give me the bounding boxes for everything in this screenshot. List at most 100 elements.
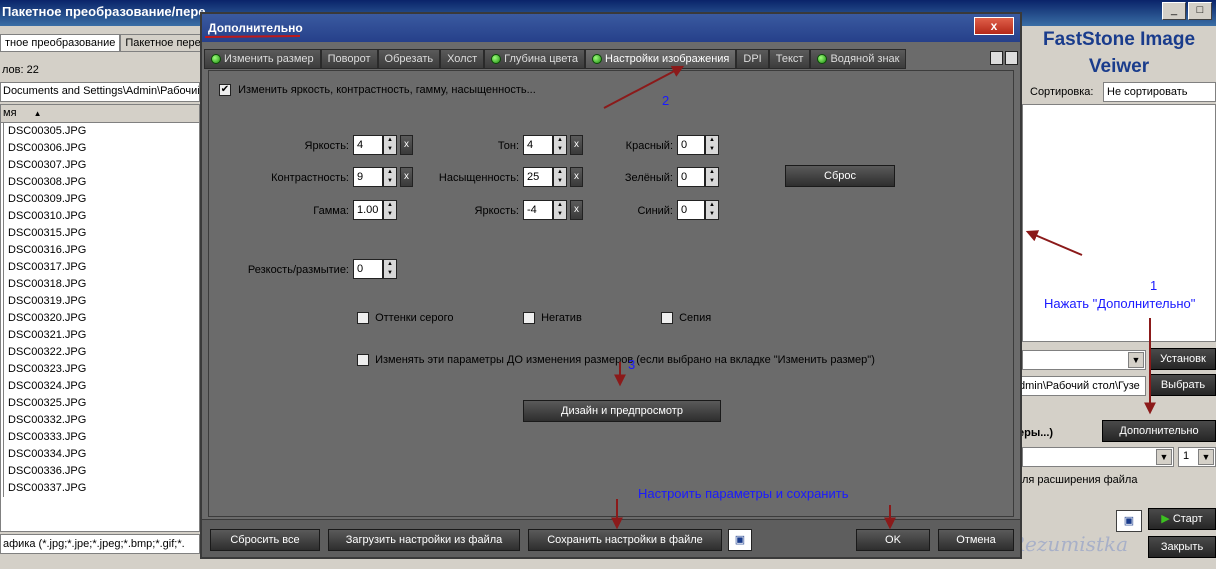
file-list-item[interactable]: DSC00322.JPG xyxy=(3,344,199,361)
load-settings-button[interactable]: Загрузить настройки из файла xyxy=(328,529,520,551)
grayscale-checkbox-row[interactable]: Оттенки серого xyxy=(357,312,454,325)
lightness-spinner[interactable]: ▲ ▼ xyxy=(553,200,567,220)
file-list-item[interactable]: DSC00316.JPG xyxy=(3,242,199,259)
file-type-filter[interactable]: афика (*.jpg;*.jpe;*.jpeg;*.bmp;*.gif;*. xyxy=(0,534,200,554)
tab-0[interactable]: Изменить размер xyxy=(204,49,321,69)
tab-2[interactable]: Обрезать xyxy=(377,49,441,69)
green-spinner[interactable]: ▲ ▼ xyxy=(705,167,719,187)
hue-input[interactable]: 4 xyxy=(523,135,553,155)
close-button[interactable]: Закрыть xyxy=(1148,536,1216,558)
chevron-down-icon[interactable]: ▼ xyxy=(1156,449,1172,465)
output-format-select[interactable]: ▼ xyxy=(1022,350,1146,370)
tab-scroll-left-icon[interactable] xyxy=(990,51,1003,65)
gamma-spinner[interactable]: ▲ ▼ xyxy=(383,200,397,220)
file-list-item[interactable]: DSC00315.JPG xyxy=(3,225,199,242)
file-list-item[interactable]: DSC00321.JPG xyxy=(3,327,199,344)
tab-8[interactable]: Водяной знак xyxy=(810,49,907,69)
file-list-item[interactable]: DSC00306.JPG xyxy=(3,140,199,157)
file-list-item[interactable]: DSC00324.JPG xyxy=(3,378,199,395)
sepia-checkbox-row[interactable]: Сепия xyxy=(661,312,711,325)
contrast-spinner[interactable]: ▲ ▼ xyxy=(383,167,397,187)
file-list-header[interactable]: мя ▲ xyxy=(1,105,199,123)
start-button[interactable]: ▶ Старт xyxy=(1148,508,1216,530)
enable-adjust-checkbox[interactable]: ✔ xyxy=(219,84,231,97)
file-list-item[interactable]: DSC00309.JPG xyxy=(3,191,199,208)
grayscale-label: Оттенки серого xyxy=(375,312,454,324)
preview-icon-button[interactable]: ▣ xyxy=(728,529,752,551)
tab-batch-convert[interactable]: тное преобразование xyxy=(0,34,121,52)
tab-4[interactable]: Глубина цвета xyxy=(484,49,586,69)
tab-7[interactable]: Текст xyxy=(768,49,811,69)
file-list-item[interactable]: DSC00333.JPG xyxy=(3,429,199,446)
gamma-input[interactable]: 1.00 xyxy=(353,200,383,220)
count-select[interactable]: 1 ▼ xyxy=(1178,447,1216,467)
sharpness-input[interactable]: 0 xyxy=(353,259,383,279)
rename-select[interactable]: ▼ xyxy=(1022,447,1174,467)
chevron-down-icon[interactable]: ▼ xyxy=(1198,449,1214,465)
minimize-button[interactable]: _ xyxy=(1162,2,1186,20)
brightness-reset-button[interactable]: x xyxy=(400,135,413,155)
save-settings-button[interactable]: Сохранить настройки в файле xyxy=(528,529,722,551)
file-list-item[interactable]: DSC00320.JPG xyxy=(3,310,199,327)
before-resize-checkbox[interactable] xyxy=(357,354,369,367)
blue-input[interactable]: 0 xyxy=(677,200,705,220)
hue-spinner[interactable]: ▲ ▼ xyxy=(553,135,567,155)
sharpness-spinner[interactable]: ▲ ▼ xyxy=(383,259,397,279)
red-spinner[interactable]: ▲ ▼ xyxy=(705,135,719,155)
tab-batch-rename[interactable]: Пакетное пере xyxy=(120,34,206,52)
lightness-reset-button[interactable]: x xyxy=(570,200,583,220)
grayscale-checkbox[interactable] xyxy=(357,312,369,325)
green-input[interactable]: 0 xyxy=(677,167,705,187)
file-list-item[interactable]: DSC00308.JPG xyxy=(3,174,199,191)
blue-spinner[interactable]: ▲ ▼ xyxy=(705,200,719,220)
file-list-item[interactable]: DSC00332.JPG xyxy=(3,412,199,429)
file-list-item[interactable]: DSC00310.JPG xyxy=(3,208,199,225)
file-list[interactable]: мя ▲ DSC00305.JPG DSC00306.JPG DSC00307.JP… xyxy=(0,104,200,532)
file-list-item[interactable]: DSC00325.JPG xyxy=(3,395,199,412)
chevron-down-icon[interactable]: ▼ xyxy=(1128,352,1144,368)
saturation-reset-button[interactable]: x xyxy=(570,167,583,187)
reset-all-button[interactable]: Сбросить все xyxy=(210,529,320,551)
negative-checkbox-row[interactable]: Негатив xyxy=(523,312,582,325)
choose-folder-button[interactable]: Выбрать xyxy=(1150,374,1216,396)
saturation-spinner[interactable]: ▲ ▼ xyxy=(553,167,567,187)
contrast-input[interactable]: 9 xyxy=(353,167,383,187)
saturation-input[interactable]: 25 xyxy=(523,167,553,187)
hue-reset-button[interactable]: x xyxy=(570,135,583,155)
sort-select[interactable]: Не сортировать xyxy=(1103,82,1216,102)
reset-button[interactable]: Сброс xyxy=(785,165,895,187)
advanced-button[interactable]: Дополнительно xyxy=(1102,420,1216,442)
red-input[interactable]: 0 xyxy=(677,135,705,155)
design-preview-button[interactable]: Дизайн и предпросмотр xyxy=(523,400,721,422)
before-resize-checkbox-row[interactable]: Изменять эти параметры ДО изменения разм… xyxy=(357,354,875,367)
negative-checkbox[interactable] xyxy=(523,312,535,325)
contrast-reset-button[interactable]: x xyxy=(400,167,413,187)
tab-1[interactable]: Поворот xyxy=(320,49,378,69)
file-list-item[interactable]: DSC00317.JPG xyxy=(3,259,199,276)
file-list-item[interactable]: DSC00337.JPG xyxy=(3,480,199,497)
file-list-item[interactable]: DSC00319.JPG xyxy=(3,293,199,310)
file-list-item[interactable]: DSC00334.JPG xyxy=(3,446,199,463)
dialog-close-button[interactable]: x xyxy=(974,17,1014,35)
file-list-item[interactable]: DSC00323.JPG xyxy=(3,361,199,378)
file-list-item[interactable]: DSC00318.JPG xyxy=(3,276,199,293)
sepia-checkbox[interactable] xyxy=(661,312,673,325)
ok-button[interactable]: OK xyxy=(856,529,930,551)
tab-3[interactable]: Холст xyxy=(440,49,485,69)
tab-6[interactable]: DPI xyxy=(736,49,769,69)
file-list-item[interactable]: DSC00336.JPG xyxy=(3,463,199,480)
file-list-item[interactable]: DSC00305.JPG xyxy=(3,123,199,140)
brightness-spinner[interactable]: ▲ ▼ xyxy=(383,135,397,155)
file-list-item[interactable]: DSC00307.JPG xyxy=(3,157,199,174)
output-folder-field[interactable]: dmin\Рабочий стол\Гузе xyxy=(1016,376,1146,396)
enable-adjust-checkbox-row[interactable]: ✔ Изменить яркость, контрастность, гамму… xyxy=(219,84,536,97)
install-button[interactable]: Установк xyxy=(1150,348,1216,370)
maximize-button[interactable]: □ xyxy=(1188,2,1212,20)
lightness-input[interactable]: -4 xyxy=(523,200,553,220)
cancel-button[interactable]: Отмена xyxy=(938,529,1014,551)
folder-path-field[interactable]: Documents and Settings\Admin\Рабочий с xyxy=(0,82,200,102)
tab-5[interactable]: Настройки изображения xyxy=(585,49,737,69)
preview-icon-button[interactable]: ▣ xyxy=(1116,510,1142,532)
brightness-input[interactable]: 4 xyxy=(353,135,383,155)
tab-scroll-right-icon[interactable] xyxy=(1005,51,1018,65)
